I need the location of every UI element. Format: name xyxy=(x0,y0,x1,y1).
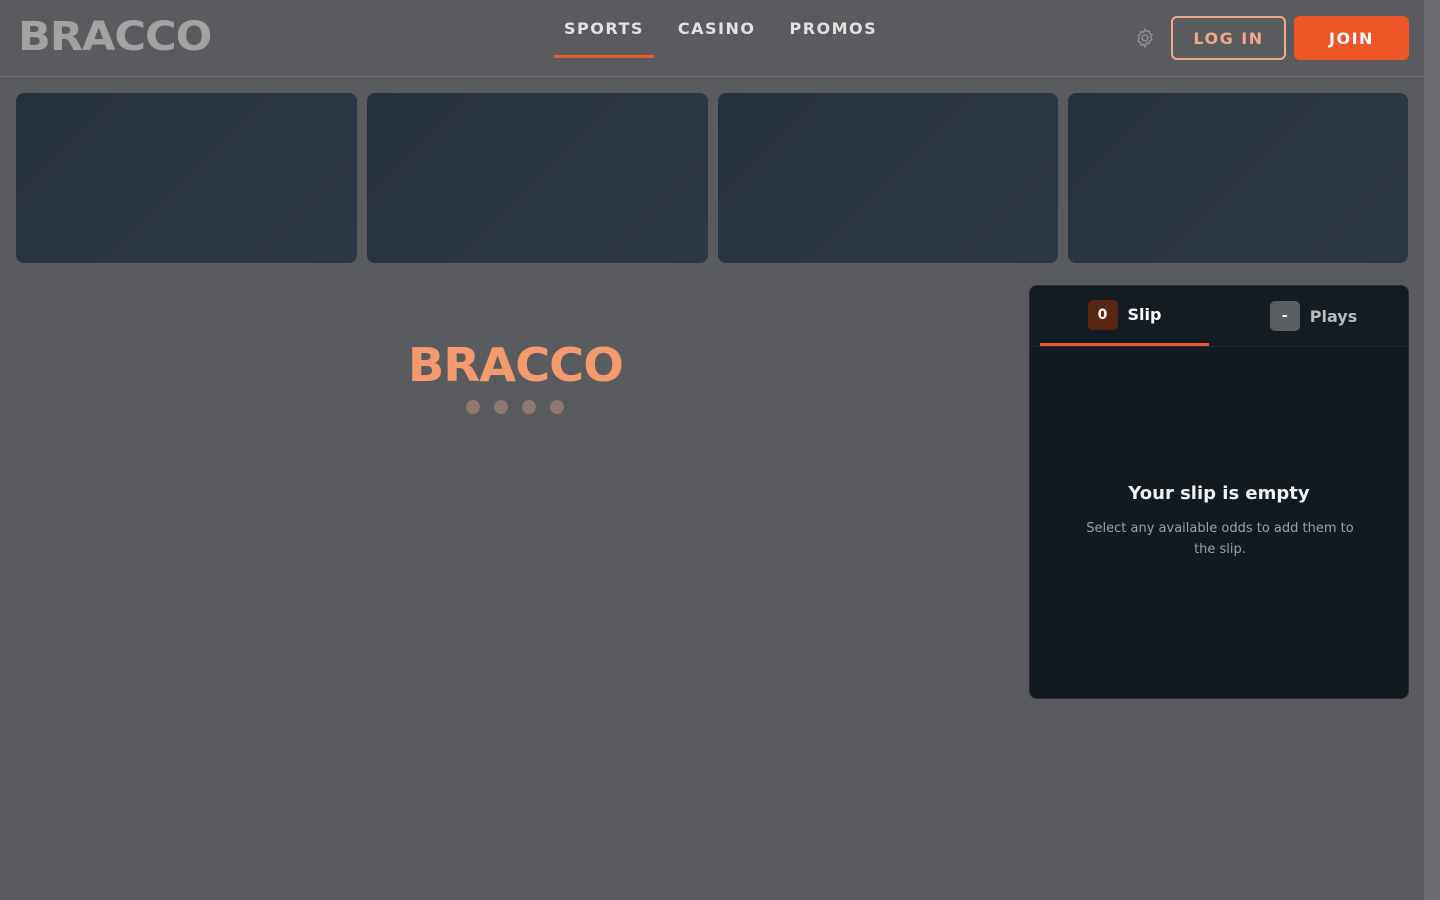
loading-dot xyxy=(550,400,564,414)
top-bar: BRACCO SPORTS CASINO PROMOS LOG IN JOIN xyxy=(0,0,1424,77)
page-scrollbar[interactable] xyxy=(1424,0,1440,900)
nav-casino[interactable]: CASINO xyxy=(668,0,766,58)
loading-dot xyxy=(522,400,536,414)
slip-tabs: 0 Slip - Plays xyxy=(1030,286,1408,347)
empty-slip-title: Your slip is empty xyxy=(1128,483,1310,504)
loading-dots xyxy=(407,400,623,414)
main-nav: SPORTS CASINO PROMOS xyxy=(554,0,901,76)
nav-sports[interactable]: SPORTS xyxy=(554,0,654,58)
brand-logo[interactable]: BRACCO xyxy=(18,14,212,60)
promo-banner[interactable] xyxy=(1068,93,1408,263)
tab-slip[interactable]: 0 Slip xyxy=(1040,286,1209,346)
promo-banner[interactable] xyxy=(367,93,708,263)
loading-dot xyxy=(494,400,508,414)
bet-slip-panel: 0 Slip - Plays Your slip is empty Select… xyxy=(1029,285,1409,699)
loading-dot xyxy=(466,400,480,414)
slip-count-badge: 0 xyxy=(1087,299,1118,330)
tab-plays[interactable]: - Plays xyxy=(1229,286,1398,346)
empty-slip-message: Select any available odds to add them to… xyxy=(1086,521,1354,557)
nav-promos[interactable]: PROMOS xyxy=(779,0,887,58)
gear-icon[interactable] xyxy=(1134,27,1156,49)
join-button[interactable]: JOIN xyxy=(1294,16,1409,60)
plays-count-badge: - xyxy=(1269,301,1300,331)
loading-indicator: BRACCO xyxy=(407,338,624,414)
loader-logo: BRACCO xyxy=(407,338,624,392)
tab-slip-label: Slip xyxy=(1127,305,1162,324)
promo-banner[interactable] xyxy=(718,93,1058,263)
tab-plays-label: Plays xyxy=(1309,306,1358,326)
login-button[interactable]: LOG IN xyxy=(1171,16,1286,60)
promo-banner[interactable] xyxy=(16,93,357,263)
promo-banners xyxy=(16,93,1408,263)
